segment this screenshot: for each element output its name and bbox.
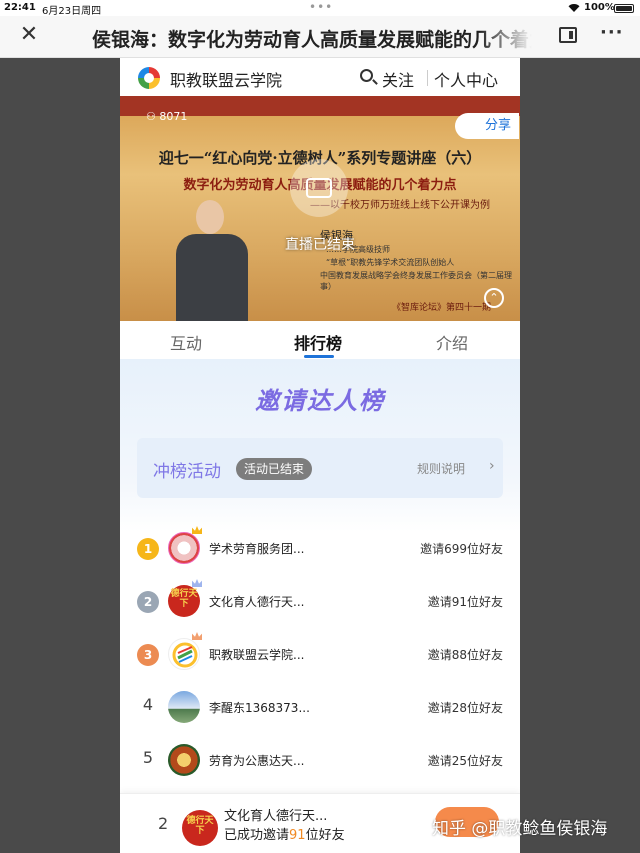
ranking-row[interactable]: 2 德行天下 文化育人德行天... 邀请91位好友 <box>120 576 520 629</box>
status-time: 22:41 <box>4 2 36 13</box>
active-tab-indicator <box>304 355 334 358</box>
rank-number: 5 <box>142 748 154 767</box>
live-banner[interactable]: ⚇ 8071 分享 迎七一“红心向党·立德树人”系列专题讲座（六） 数字化为劳动… <box>120 96 520 321</box>
page-title: 侯银海：数字化为劳动育人高质量发展赋能的几个着力点 <box>92 29 532 51</box>
invite-count: 邀请88位好友 <box>427 648 503 662</box>
battery-icon <box>614 4 634 13</box>
close-icon[interactable]: ✕ <box>18 24 40 46</box>
gold-medal-icon: 1 <box>137 538 159 560</box>
crown-icon <box>192 579 202 587</box>
avatar <box>168 638 200 670</box>
left-margin <box>0 58 120 853</box>
speaker-photo <box>176 200 248 321</box>
share-button[interactable]: 分享 <box>455 113 519 139</box>
crown-icon <box>192 526 202 534</box>
rules-link[interactable]: 规则说明 <box>417 460 465 477</box>
my-name: 文化育人德行天... <box>224 809 328 824</box>
more-icon[interactable]: ··· <box>600 22 624 43</box>
ranking-row[interactable]: 5 劳育为公惠达天... 邀请25位好友 <box>120 735 520 788</box>
tv-icon <box>306 178 332 198</box>
watermark: 知乎 @职教鲶鱼侯银海 <box>432 819 608 839</box>
ranking-title: 邀请达人榜 <box>255 387 385 415</box>
activity-card: 冲榜活动 活动已结束 规则说明 › <box>137 438 503 498</box>
viewer-count: ⚇ 8071 <box>146 110 187 123</box>
avatar <box>168 691 200 723</box>
header-divider <box>427 70 428 86</box>
ranking-name: 学术劳育服务团... <box>209 542 305 556</box>
avatar <box>168 744 200 776</box>
ranking-row[interactable]: 4 李醒东1368373... 邀请28位好友 <box>120 682 520 735</box>
stat-prefix: 已成功邀请 <box>224 828 290 843</box>
invite-count: 邀请91位好友 <box>427 595 503 609</box>
search-icon[interactable] <box>360 69 373 82</box>
speaker-head <box>196 200 224 234</box>
person-icon: ⚇ <box>146 110 160 123</box>
bronze-medal-icon: 3 <box>137 644 159 666</box>
browser-top-bar: ✕ 侯银海：数字化为劳动育人高质量发展赋能的几个着力点 ··· <box>0 16 640 58</box>
avatar <box>168 532 200 564</box>
content-tabs: 互动 排行榜 介绍 <box>120 321 520 359</box>
app-logo-icon <box>172 642 198 668</box>
viewer-number: 8071 <box>159 110 188 123</box>
tab-ranking[interactable]: 排行榜 <box>294 330 342 354</box>
silver-medal-icon: 2 <box>137 591 159 613</box>
forum-issue: 《智库论坛》第四十一期 <box>392 303 492 313</box>
ranking-row[interactable]: 1 学术劳育服务团... 邀请699位好友 <box>120 523 520 576</box>
ranking-name: 劳育为公惠达天... <box>209 754 305 768</box>
follow-button[interactable]: 关注 <box>382 67 414 91</box>
battery-percent: 100% <box>584 2 615 13</box>
invite-count: 邀请699位好友 <box>420 542 503 556</box>
right-margin <box>520 58 640 853</box>
avatar-logo-text: 德行天下 <box>170 589 198 609</box>
multitask-dots-icon[interactable]: ••• <box>309 0 333 14</box>
rank-number: 4 <box>142 695 154 714</box>
activity-status-badge: 活动已结束 <box>236 458 313 480</box>
tab-intro[interactable]: 介绍 <box>436 330 468 354</box>
sidebar-toggle-icon[interactable] <box>559 27 577 43</box>
ranking-row[interactable]: 3 职教联盟云学院... 邀请88位好友 <box>120 629 520 682</box>
wifi-icon <box>568 4 580 12</box>
app-name[interactable]: 职教联盟云学院 <box>170 67 282 91</box>
ranking-name: 李醒东1368373... <box>209 701 310 715</box>
invite-count: 邀请28位好友 <box>427 701 503 715</box>
ranking-name: 文化育人德行天... <box>209 595 305 609</box>
invite-count: 邀请25位好友 <box>427 754 503 768</box>
app-header: 职教联盟云学院 关注 个人中心 <box>120 58 520 96</box>
ranking-name: 职教联盟云学院... <box>209 648 305 662</box>
crown-icon <box>192 632 202 640</box>
avatar-logo-text: 德行天下 <box>186 816 214 836</box>
app-content: 职教联盟云学院 关注 个人中心 ⚇ 8071 分享 迎七一“红心向党·立德树人”… <box>120 58 520 853</box>
app-logo <box>138 67 160 89</box>
status-date: 6月23日周四 <box>42 6 102 17</box>
ranking-panel: 邀请达人榜 冲榜活动 活动已结束 规则说明 › 1 学术劳育服务团... 邀请6… <box>120 359 520 853</box>
live-ended-status: 直播已结束 <box>285 237 355 253</box>
chevron-up-icon[interactable]: ⌃ <box>484 288 504 308</box>
status-bar: 22:41 6月23日周四 ••• 100% <box>0 0 640 17</box>
stat-suffix: 位好友 <box>305 828 345 843</box>
user-center-link[interactable]: 个人中心 <box>434 67 498 91</box>
speaker-title-2: “草根”职教先锋学术交流团队创始人 <box>326 258 455 267</box>
tab-interaction[interactable]: 互动 <box>170 330 202 354</box>
my-invite-stat: 已成功邀请91位好友 <box>224 824 345 843</box>
chevron-right-icon[interactable]: › <box>489 458 495 474</box>
activity-label: 冲榜活动 <box>153 462 221 482</box>
stat-count: 91 <box>289 828 306 843</box>
my-rank-number: 2 <box>158 814 169 833</box>
